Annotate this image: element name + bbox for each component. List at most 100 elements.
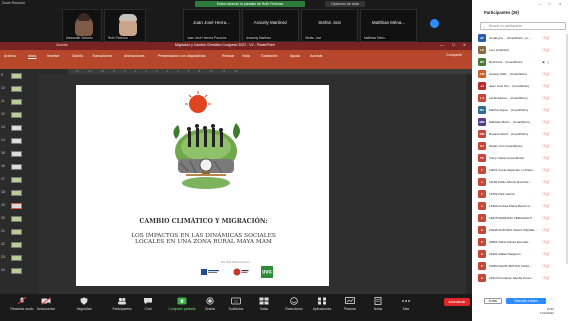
video-tile[interactable]: Matthias Ména... Matthias Mehn... bbox=[360, 9, 417, 42]
slide-thumbnail[interactable] bbox=[11, 125, 22, 131]
leave-meeting-button[interactable]: Abandonar bbox=[444, 298, 470, 306]
share-button[interactable]: Compartir bbox=[446, 53, 462, 57]
video-tile[interactable]: Stefan Jost Stefan Jost bbox=[301, 9, 358, 42]
avatar: 1 bbox=[478, 190, 486, 198]
participant-row[interactable]: TC Tracy Carias (Coanfitrión) 🎙̸ ◻̸ bbox=[476, 154, 564, 163]
panel-minimize-icon[interactable]: — bbox=[538, 2, 541, 6]
avatar: 2 bbox=[478, 226, 486, 234]
tab-ayuda[interactable]: Ayuda bbox=[290, 54, 300, 58]
panel-maximize-icon[interactable]: ☐ bbox=[548, 2, 551, 6]
slide-number: 18 bbox=[1, 190, 5, 194]
participant-row[interactable]: AF AnnaLyca ... (Coanfitrión, yo,... 🎙̸ … bbox=[476, 34, 564, 43]
minimize-icon[interactable]: — bbox=[440, 43, 444, 47]
slide-number: 19 bbox=[1, 203, 5, 207]
participant-row[interactable]: 2 21061 Rafael Salguero 🎙̸ ◻̸ bbox=[476, 250, 564, 259]
participant-row[interactable]: MM Matthias Mehn... (Coanfitrión) 🎙̸ ◻̸ bbox=[476, 118, 564, 127]
video-tile-name: Anavelly Martinez bbox=[245, 36, 273, 40]
current-slide[interactable]: CAMBIO CLIMÁTICO Y MIGRACIÓN: LOS IMPACT… bbox=[76, 85, 329, 286]
slide-thumbnail-current[interactable] bbox=[11, 203, 22, 209]
slide-thumbnail[interactable] bbox=[11, 216, 22, 222]
video-tile[interactable]: Alexander Salcedo bbox=[62, 9, 102, 42]
next-page-arrow-icon[interactable] bbox=[430, 19, 439, 28]
tab-acrobat[interactable]: Acrobat bbox=[310, 54, 322, 58]
participant-name: Rosario Martí... (Coanfitrión) bbox=[489, 131, 529, 136]
mic-video-muted-icon: 🎙̸ ◻̸ bbox=[542, 107, 550, 112]
slide-thumbnail[interactable] bbox=[11, 255, 22, 261]
tab-presentacion[interactable]: Presentación con diapositivas bbox=[158, 54, 206, 58]
slide-number: 13 bbox=[1, 125, 5, 129]
participant-row[interactable]: MA Martha Argue... (Coanfitrión) 🎙̸ ◻̸ bbox=[476, 106, 564, 115]
participant-row[interactable]: 1 10011 Cesar Alejandro Lo Patio... 🎙̸ ◻… bbox=[476, 166, 564, 175]
participant-row[interactable]: 1 15702 Dick Garcia 🎙̸ ◻̸ bbox=[476, 190, 564, 199]
slide-thumbnail[interactable] bbox=[11, 164, 22, 170]
tab-animaciones[interactable]: Animaciones bbox=[124, 54, 145, 58]
participant-search-input[interactable]: ⌕ Buscar un participante bbox=[480, 22, 566, 30]
participant-row[interactable]: AM Aracely Mart... (Coanfitrión) 🎙̸ ◻̸ bbox=[476, 70, 564, 79]
share-screen-icon bbox=[177, 297, 187, 305]
video-tile-label: Matthias Ména... bbox=[371, 20, 406, 25]
participant-name: 15702 Dick Garcia bbox=[489, 191, 515, 196]
more-button[interactable]: Más bbox=[384, 296, 428, 311]
avatar: 1 bbox=[478, 178, 486, 186]
ppt-save-label[interactable]: Guardar bbox=[56, 43, 68, 47]
slide-thumbnail[interactable] bbox=[11, 99, 22, 105]
video-tile-name: Stefan Jost bbox=[304, 36, 322, 40]
participant-row[interactable]: 1 16359 Andrea María Benito G... 🎙̸ ◻̸ bbox=[476, 202, 564, 211]
tab-revisar[interactable]: Revisar bbox=[222, 54, 234, 58]
slide-thumbnail[interactable] bbox=[11, 151, 22, 157]
participant-row[interactable]: 2 21513 Fernando Sandie Pérez... 🎙̸ ◻̸ bbox=[476, 274, 564, 283]
tab-grabacion[interactable]: Grabación bbox=[261, 54, 278, 58]
participants-title: Participantes (29) bbox=[484, 10, 519, 15]
tab-transiciones[interactable]: Transiciones bbox=[92, 54, 112, 58]
tab-diseno[interactable]: Diseño bbox=[72, 54, 83, 58]
clock-date: 11/10/2022 bbox=[540, 310, 554, 315]
participant-row[interactable]: 1 18315 MARIANO VERGARA P... 🎙̸ ◻̸ bbox=[476, 214, 564, 223]
participant-name: 21061 Rafael Salguero bbox=[489, 251, 521, 256]
video-tile-label: Juan José Herra... bbox=[193, 20, 230, 25]
participant-hair bbox=[78, 13, 90, 21]
avatar: 1 bbox=[478, 166, 486, 174]
slide-thumbnail[interactable] bbox=[11, 177, 22, 183]
mic-video-muted-icon: 🎙̸ ◻̸ bbox=[542, 95, 550, 100]
mute-all-button[interactable]: Silenciar a todos bbox=[506, 298, 546, 304]
invite-button[interactable]: Invitar bbox=[484, 298, 502, 304]
tab-insertar[interactable]: Insertar bbox=[47, 54, 59, 58]
participant-row[interactable]: RP Ruth Ped... (Coanfitrión) ▣ ◻ bbox=[476, 58, 564, 67]
slide-thumbnail[interactable] bbox=[11, 190, 22, 196]
maximize-icon[interactable]: ☐ bbox=[452, 43, 455, 47]
participant-row[interactable]: 2 20561 Pablo Daniel Escobar... 🎙̸ ◻̸ bbox=[476, 238, 564, 247]
tab-inicio[interactable]: Inicio bbox=[28, 54, 36, 58]
slide-thumbnail[interactable] bbox=[11, 86, 22, 92]
participants-scrollbar[interactable] bbox=[566, 34, 568, 264]
tab-archivo[interactable]: Archivo bbox=[4, 54, 16, 58]
participant-name: 20561 Pablo Daniel Escobar... bbox=[489, 239, 531, 244]
slide-thumbnail[interactable] bbox=[11, 242, 22, 248]
participant-row[interactable]: LJ Linda Adame... (Coanfitrión) 🎙̸ ◻̸ bbox=[476, 94, 564, 103]
slide-thumbnail[interactable] bbox=[11, 229, 22, 235]
participant-name: Lino (Anfitrión) bbox=[489, 47, 510, 52]
mic-video-muted-icon: 🎙̸ ◻̸ bbox=[542, 131, 550, 136]
slide-thumbnail[interactable] bbox=[11, 138, 22, 144]
participant-row[interactable]: RM Rosario Martí... (Coanfitrión) 🎙̸ ◻̸ bbox=[476, 130, 564, 139]
participant-row[interactable]: 2 21083 KEVIN MATIAS CASA... 🎙̸ ◻̸ bbox=[476, 262, 564, 271]
participant-row[interactable]: 2 20245 ANTONIO ISAAC RIQUEL... 🎙̸ ◻̸ bbox=[476, 226, 564, 235]
slide-thumbnail[interactable] bbox=[11, 268, 22, 274]
video-tile[interactable]: Ruth Pedrosa bbox=[104, 9, 146, 42]
view-options-button[interactable]: Opciones de vista bbox=[325, 1, 365, 7]
participant-row[interactable]: JJ Juan José Her... (Coanfitrión) 🎙̸ ◻̸ bbox=[476, 82, 564, 91]
panel-close-icon[interactable]: ✕ bbox=[559, 2, 562, 6]
mic-video-muted-icon: 🎙̸ ◻̸ bbox=[542, 83, 550, 88]
participant-name: Matthias Mehn... (Coanfitrión) bbox=[489, 119, 530, 124]
participant-row[interactable]: SJ Stefan Jost (Coanfitrión) 🎙̸ ◻̸ bbox=[476, 142, 564, 151]
close-icon[interactable]: ✕ bbox=[463, 43, 466, 47]
video-tile[interactable]: Juan José Herra... Juan José Herrera Pac… bbox=[183, 9, 240, 42]
video-off-icon bbox=[41, 297, 51, 305]
video-tile-name: Matthias Mehn... bbox=[363, 36, 389, 40]
participant-row[interactable]: LO Lino (Anfitrión) 🎙̸ ◻̸ bbox=[476, 46, 564, 55]
more-options-icon[interactable]: ··· bbox=[550, 298, 554, 302]
slide-thumbnail[interactable] bbox=[11, 73, 22, 79]
tab-vista[interactable]: Vista bbox=[242, 54, 250, 58]
slide-thumbnail[interactable] bbox=[11, 112, 22, 118]
video-tile[interactable]: Aracely Martinez Anavelly Martinez bbox=[242, 9, 299, 42]
participant-row[interactable]: 1 11145 Pablo Alberto Escobar... 🎙̸ ◻̸ bbox=[476, 178, 564, 187]
